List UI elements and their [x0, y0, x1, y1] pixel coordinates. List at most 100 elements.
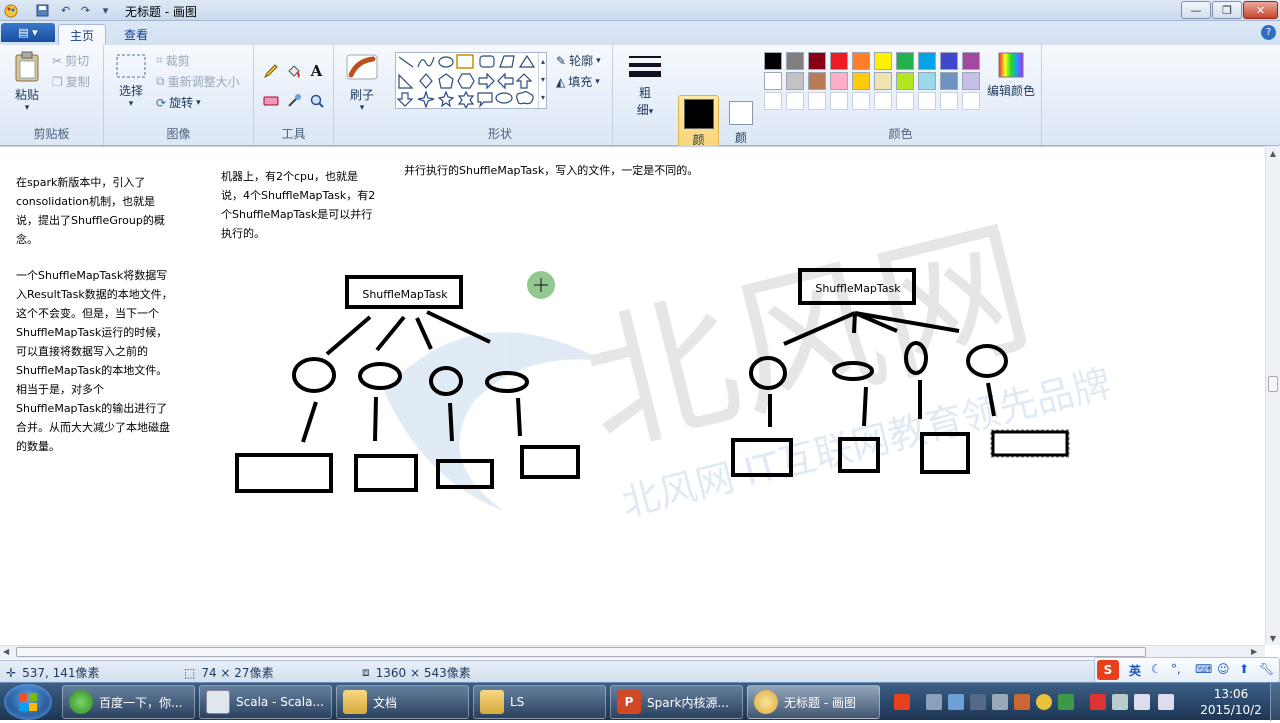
moon-icon[interactable]: ☾: [1151, 662, 1162, 676]
crop-button[interactable]: ⌗ 裁剪: [156, 52, 190, 69]
paste-button[interactable]: 粘贴 ▾: [8, 51, 46, 113]
palette-color-swatch[interactable]: [962, 52, 980, 70]
palette-color-swatch[interactable]: [962, 72, 980, 90]
skin-icon[interactable]: ⬆: [1239, 662, 1249, 676]
palette-color-swatch[interactable]: [830, 72, 848, 90]
vertical-scrollbar[interactable]: ▲ ▼: [1265, 146, 1280, 645]
show-desktop-button[interactable]: [1270, 683, 1280, 721]
edit-colors-button[interactable]: 编辑颜色: [984, 51, 1038, 99]
palette-color-swatch[interactable]: [918, 72, 936, 90]
maximize-button[interactable]: ❐: [1212, 1, 1242, 19]
sogou-tray-icon[interactable]: [894, 694, 910, 710]
fill-button[interactable]: ◭ 填充 ▾: [556, 73, 600, 90]
tab-view[interactable]: 查看: [113, 24, 159, 45]
rotate-button[interactable]: ⟳ 旋转 ▾: [156, 94, 201, 111]
shapes-gallery-scroll[interactable]: ▴ ▾ ▾: [538, 53, 547, 108]
custom-color-slot[interactable]: [940, 92, 958, 110]
palette-color-swatch[interactable]: [874, 72, 892, 90]
tray-icon-5[interactable]: [1014, 694, 1030, 710]
shield-icon[interactable]: [1058, 694, 1074, 710]
palette-color-swatch[interactable]: [852, 52, 870, 70]
taskbar-item-paint[interactable]: 无标题 - 画图: [747, 685, 880, 719]
select-dropdown-icon[interactable]: ▾: [112, 99, 150, 109]
scroll-down-arrow-icon[interactable]: ▼: [1266, 634, 1280, 643]
horizontal-scroll-thumb[interactable]: [16, 647, 1146, 657]
resize-button[interactable]: ⧉ 重新调整大小: [156, 73, 240, 90]
palette-color-swatch[interactable]: [940, 72, 958, 90]
select-button[interactable]: 选择 ▾: [112, 53, 150, 109]
sogou-logo-icon[interactable]: S: [1097, 660, 1119, 680]
tray-icon-3[interactable]: [970, 694, 986, 710]
copy-button[interactable]: ❐ 复制: [52, 73, 90, 90]
drawing-canvas[interactable]: 北风网 北风网 IT互联网教育领先品牌 在spark新版本中，引入了 conso…: [4, 151, 1265, 646]
palette-color-swatch[interactable]: [918, 52, 936, 70]
tray-icon-7[interactable]: [1112, 694, 1128, 710]
close-button[interactable]: ✕: [1243, 1, 1278, 19]
paint-app-icon[interactable]: [3, 3, 18, 18]
tray-icon-4[interactable]: [992, 694, 1008, 710]
palette-color-swatch[interactable]: [830, 52, 848, 70]
tray-icon-1[interactable]: [926, 694, 942, 710]
vertical-scroll-thumb[interactable]: [1268, 376, 1278, 392]
custom-color-slot[interactable]: [896, 92, 914, 110]
paint-menu-button[interactable]: ▤ ▾: [1, 23, 55, 42]
fill-bucket-icon[interactable]: [283, 61, 304, 81]
taskbar-item-spark-ppt[interactable]: P Spark内核源...: [610, 685, 743, 719]
horizontal-scrollbar[interactable]: ◀ ▶: [0, 645, 1265, 659]
brush-button[interactable]: 刷子 ▾: [342, 51, 382, 113]
text-tool-icon[interactable]: A: [306, 61, 327, 81]
palette-color-swatch[interactable]: [764, 52, 782, 70]
help-icon[interactable]: ?: [1261, 25, 1276, 40]
custom-color-slot[interactable]: [786, 92, 804, 110]
emoji-icon[interactable]: ☺: [1217, 662, 1230, 676]
custom-color-slot[interactable]: [808, 92, 826, 110]
palette-color-swatch[interactable]: [940, 52, 958, 70]
magnifier-icon[interactable]: [306, 91, 327, 111]
taskbar-item-scala[interactable]: Scala - Scala...: [199, 685, 332, 719]
scroll-right-arrow-icon[interactable]: ▶: [1251, 647, 1257, 656]
network-icon[interactable]: [1134, 694, 1150, 710]
scroll-left-arrow-icon[interactable]: ◀: [3, 647, 9, 656]
tray-icon-6[interactable]: [1036, 694, 1052, 710]
punctuation-icon[interactable]: °,: [1171, 662, 1181, 676]
tray-icon-2[interactable]: [948, 694, 964, 710]
flag-icon[interactable]: [1090, 694, 1106, 710]
quick-access-dropdown-icon[interactable]: ▾: [98, 3, 113, 18]
undo-icon[interactable]: ↶: [58, 3, 73, 18]
palette-color-swatch[interactable]: [808, 52, 826, 70]
tools-wrench-icon[interactable]: 🔧︎: [1259, 662, 1274, 676]
keyboard-icon[interactable]: ⌨: [1195, 662, 1212, 676]
outline-button[interactable]: ✎ 轮廓 ▾: [556, 52, 601, 69]
ime-language-toggle[interactable]: 英: [1129, 662, 1141, 679]
palette-color-swatch[interactable]: [786, 72, 804, 90]
clock[interactable]: 13:06 2015/10/2: [1196, 686, 1266, 718]
custom-color-slot[interactable]: [962, 92, 980, 110]
tab-home[interactable]: 主页: [58, 24, 107, 45]
eraser-icon[interactable]: [260, 91, 281, 111]
volume-icon[interactable]: [1158, 694, 1174, 710]
redo-icon[interactable]: ↷: [78, 3, 93, 18]
palette-color-swatch[interactable]: [764, 72, 782, 90]
palette-color-swatch[interactable]: [896, 52, 914, 70]
taskbar-item-ls[interactable]: LS: [473, 685, 606, 719]
custom-color-slot[interactable]: [830, 92, 848, 110]
save-icon[interactable]: [35, 3, 50, 18]
palette-color-swatch[interactable]: [896, 72, 914, 90]
cut-button[interactable]: ✂ 剪切: [52, 52, 89, 69]
paste-dropdown-icon[interactable]: ▾: [8, 103, 46, 113]
palette-color-swatch[interactable]: [808, 72, 826, 90]
start-button[interactable]: [4, 684, 52, 720]
custom-color-slot[interactable]: [764, 92, 782, 110]
custom-color-slot[interactable]: [874, 92, 892, 110]
custom-color-slot[interactable]: [918, 92, 936, 110]
scroll-up-arrow-icon[interactable]: ▲: [1266, 149, 1280, 158]
custom-color-slot[interactable]: [852, 92, 870, 110]
palette-color-swatch[interactable]: [874, 52, 892, 70]
palette-color-swatch[interactable]: [786, 52, 804, 70]
taskbar-item-baidu[interactable]: 百度一下，你...: [62, 685, 195, 719]
minimize-button[interactable]: —: [1181, 1, 1211, 19]
palette-color-swatch[interactable]: [852, 72, 870, 90]
color-picker-icon[interactable]: [283, 91, 304, 111]
taskbar-item-documents[interactable]: 文档: [336, 685, 469, 719]
size-button[interactable]: 粗 细▾: [627, 53, 663, 118]
